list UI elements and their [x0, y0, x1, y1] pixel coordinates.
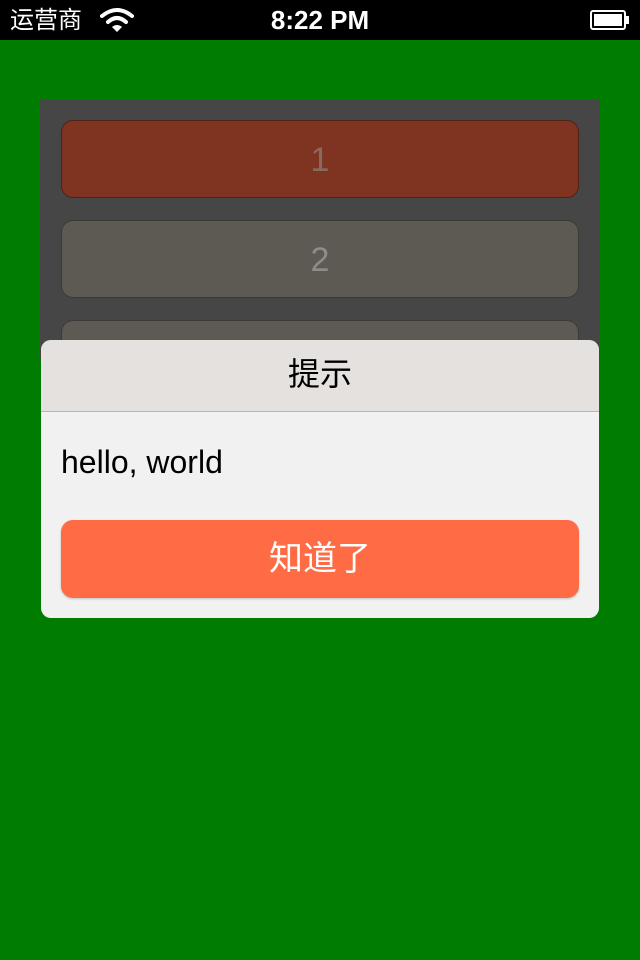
battery-icon: [590, 10, 629, 30]
dialog-header: 提示: [41, 340, 599, 412]
button-1[interactable]: 1: [61, 120, 579, 198]
dialog-message: hello, world: [61, 444, 223, 480]
status-time: 8:22 PM: [270, 5, 370, 35]
alert-dialog: 提示 hello, world 知道了: [41, 340, 599, 618]
button-panel: 1 2: [40, 100, 600, 360]
dialog-title: 提示: [287, 355, 352, 393]
button-2[interactable]: 2: [61, 220, 579, 298]
status-bar: 运营商 8:22 PM: [0, 0, 640, 40]
confirm-button[interactable]: 知道了: [61, 520, 579, 598]
